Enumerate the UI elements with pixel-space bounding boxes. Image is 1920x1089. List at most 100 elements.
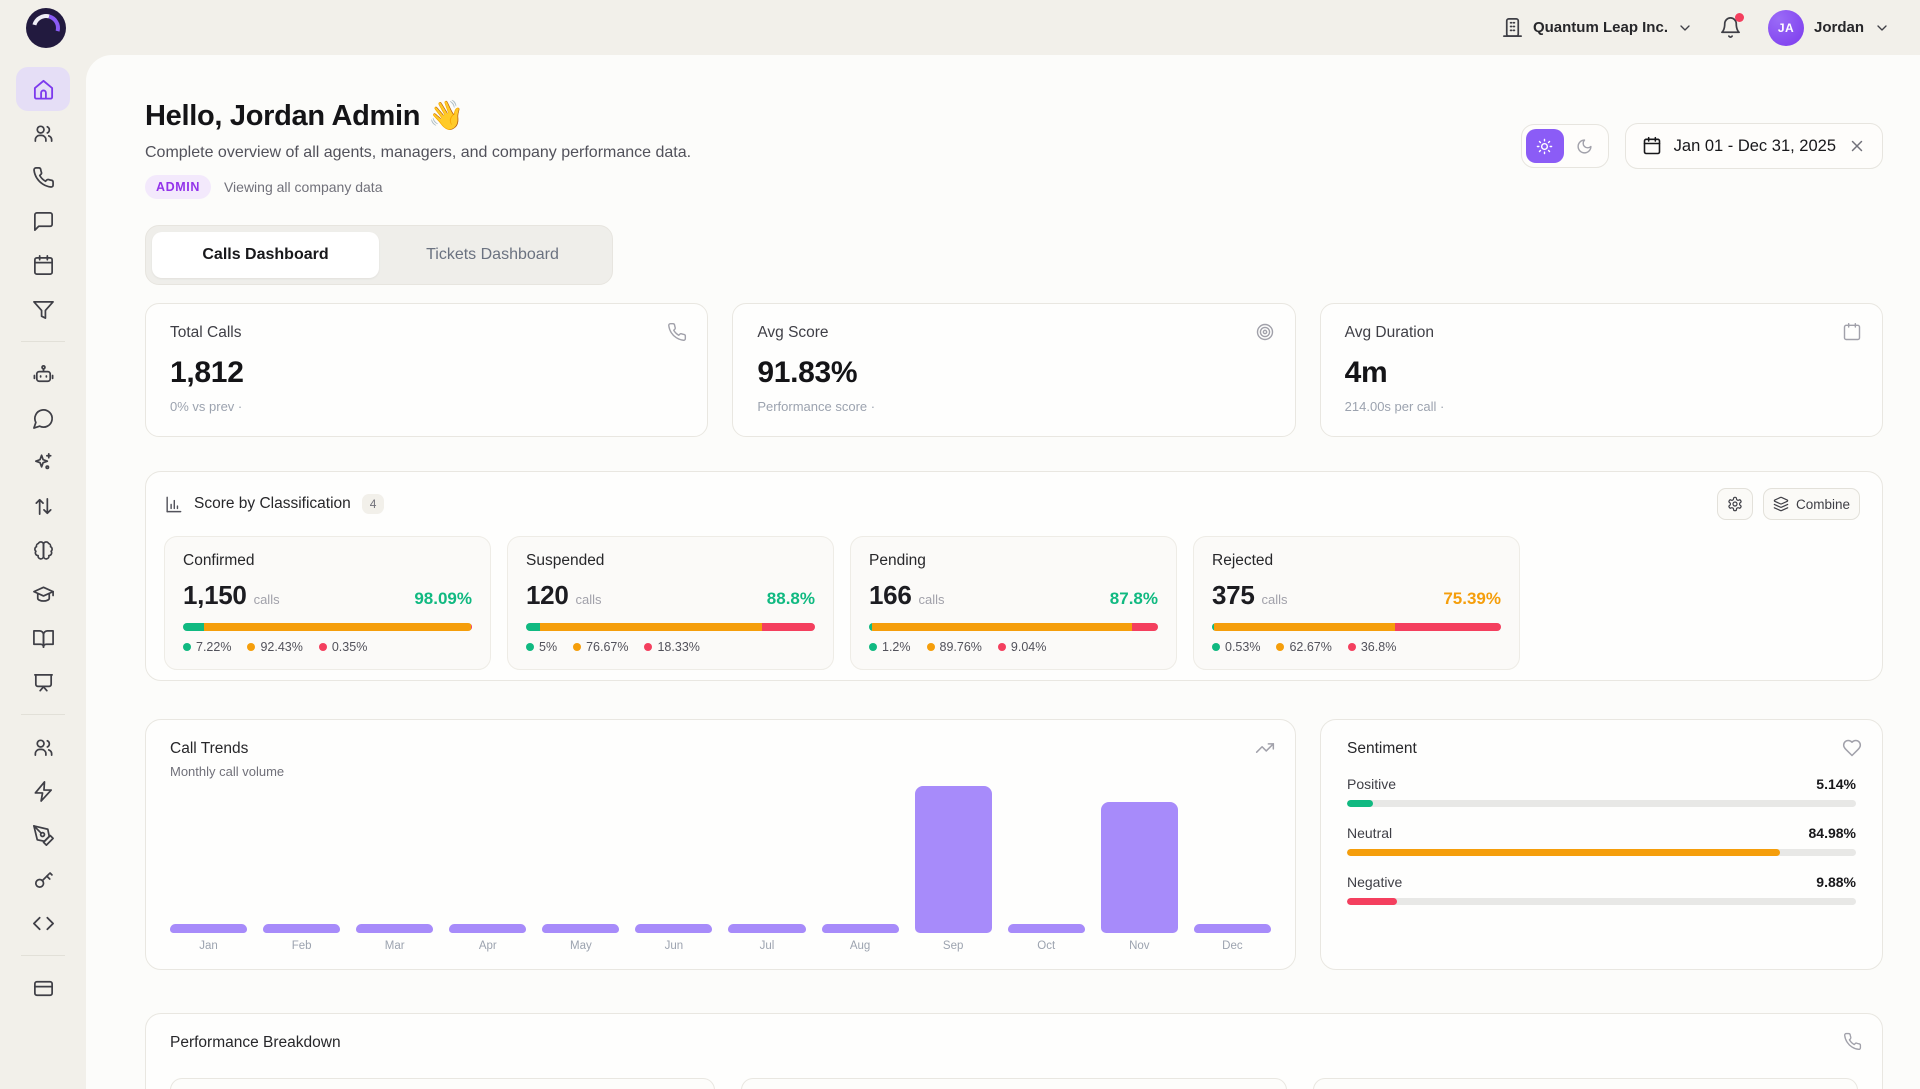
tab-tickets-dashboard[interactable]: Tickets Dashboard xyxy=(379,232,606,278)
chevron-down-icon xyxy=(1677,20,1693,36)
bar xyxy=(263,924,340,933)
axis-label: Jan xyxy=(170,940,247,952)
light-mode-button[interactable] xyxy=(1526,129,1564,163)
legend-item: 5% xyxy=(526,640,557,654)
target-icon xyxy=(1255,322,1275,342)
stat-sub: 214.00s per call · xyxy=(1345,399,1858,414)
sidebar-divider xyxy=(21,341,65,342)
classification-unit: calls xyxy=(918,592,944,607)
axis-label: Sep xyxy=(915,940,992,952)
call-trends-chart: Jan Feb Mar Apr May Jun Jul Aug Sep Oct … xyxy=(170,781,1271,933)
sidebar-item-team[interactable] xyxy=(16,725,70,769)
sidebar-item-library[interactable] xyxy=(16,616,70,660)
sentiment-value: 9.88% xyxy=(1816,874,1856,890)
legend-dot xyxy=(247,643,255,651)
classification-calls: 1,150 xyxy=(183,580,247,611)
sidebar-item-ai[interactable] xyxy=(16,440,70,484)
classification-score: 87.8% xyxy=(1110,589,1158,609)
bar-column-oct: Oct xyxy=(1008,781,1085,933)
sentiment-value: 84.98% xyxy=(1809,825,1856,841)
legend-dot xyxy=(644,643,652,651)
axis-label: Mar xyxy=(356,940,433,952)
sidebar-item-design[interactable] xyxy=(16,813,70,857)
user-name: Jordan xyxy=(1814,19,1864,36)
phone-icon xyxy=(667,322,687,342)
legend-dot xyxy=(1212,643,1220,651)
bar-chart-icon xyxy=(164,495,183,514)
sidebar-item-billing[interactable] xyxy=(16,966,70,1010)
sidebar-item-users[interactable] xyxy=(16,111,70,155)
combine-button[interactable]: Combine xyxy=(1763,488,1860,520)
stat-label: Avg Duration xyxy=(1345,324,1858,342)
axis-label: Dec xyxy=(1194,940,1271,952)
score-by-classification-section: Score by Classification 4 Combine Confir… xyxy=(145,471,1883,681)
sidebar-item-calls[interactable] xyxy=(16,155,70,199)
legend-item: 18.33% xyxy=(644,640,699,654)
sidebar-item-home[interactable] xyxy=(16,67,70,111)
company-selector[interactable]: Quantum Leap Inc. xyxy=(1501,16,1693,39)
sidebar-item-chat[interactable] xyxy=(16,396,70,440)
arrow-up-down-icon xyxy=(32,495,55,518)
sidebar-item-access[interactable] xyxy=(16,857,70,901)
sidebar-item-developer[interactable] xyxy=(16,901,70,945)
sidebar-item-messages[interactable] xyxy=(16,199,70,243)
credit-card-icon xyxy=(32,977,55,1000)
sidebar-item-filters[interactable] xyxy=(16,287,70,331)
classification-name: Confirmed xyxy=(183,552,472,570)
role-badge: ADMIN xyxy=(145,175,211,199)
bar xyxy=(542,924,619,933)
sentiment-card: Sentiment Positive5.14% Neutral84.98% Ne… xyxy=(1320,719,1883,970)
notifications-button[interactable] xyxy=(1719,16,1742,39)
dark-mode-button[interactable] xyxy=(1566,129,1604,163)
segment-neutral xyxy=(1214,623,1395,631)
bar-column-jul: Jul xyxy=(728,781,805,933)
classification-name: Rejected xyxy=(1212,552,1501,570)
date-range-picker[interactable]: Jan 01 - Dec 31, 2025 xyxy=(1625,123,1883,169)
sidebar-item-training[interactable] xyxy=(16,572,70,616)
users-icon xyxy=(32,122,55,145)
app-logo[interactable] xyxy=(26,8,66,48)
zap-icon xyxy=(32,780,55,803)
bar-column-apr: Apr xyxy=(449,781,526,933)
brain-icon xyxy=(32,539,55,562)
classification-card-rejected: Rejected 375 calls 75.39% 0.53% 62.67% 3… xyxy=(1193,536,1520,670)
sentiment-track xyxy=(1347,898,1856,905)
bar-column-nov: Nov xyxy=(1101,781,1178,933)
sidebar-item-calendar[interactable] xyxy=(16,243,70,287)
combine-label: Combine xyxy=(1796,497,1850,512)
sentiment-fill xyxy=(1347,849,1780,856)
stat-label: Avg Score xyxy=(757,324,1270,342)
call-trends-subtitle: Monthly call volume xyxy=(170,764,1271,779)
sidebar-item-presentations[interactable] xyxy=(16,660,70,704)
sidebar-item-bot[interactable] xyxy=(16,352,70,396)
calendar-icon xyxy=(1642,136,1662,156)
bot-icon xyxy=(32,363,55,386)
notification-dot xyxy=(1735,13,1744,22)
performance-title: Performance Breakdown xyxy=(170,1034,1858,1052)
sidebar-item-automations[interactable] xyxy=(16,769,70,813)
sentiment-label: Positive xyxy=(1347,776,1396,792)
trending-up-icon xyxy=(1255,738,1275,758)
bar xyxy=(915,786,992,933)
legend-dot xyxy=(998,643,1006,651)
classification-unit: calls xyxy=(575,592,601,607)
sidebar-divider xyxy=(21,955,65,956)
clear-date-icon[interactable] xyxy=(1848,137,1866,155)
user-menu[interactable]: JA Jordan xyxy=(1768,10,1890,46)
sentiment-row-positive: Positive5.14% xyxy=(1347,776,1856,807)
axis-label: Aug xyxy=(822,940,899,952)
legend-dot xyxy=(869,643,877,651)
axis-label: Jul xyxy=(728,940,805,952)
heart-icon[interactable] xyxy=(1842,738,1862,758)
settings-button[interactable] xyxy=(1717,488,1753,520)
performance-card-total-calls: Total Calls xyxy=(170,1078,715,1089)
sidebar-divider xyxy=(21,714,65,715)
section-title: Score by Classification xyxy=(194,495,351,513)
tab-calls-dashboard[interactable]: Calls Dashboard xyxy=(152,232,379,278)
sidebar-item-transfers[interactable] xyxy=(16,484,70,528)
segment-neutral xyxy=(204,623,471,631)
sidebar-item-brain[interactable] xyxy=(16,528,70,572)
book-open-icon xyxy=(32,627,55,650)
stat-value: 1,812 xyxy=(170,356,683,390)
view-note: Viewing all company data xyxy=(224,179,383,195)
